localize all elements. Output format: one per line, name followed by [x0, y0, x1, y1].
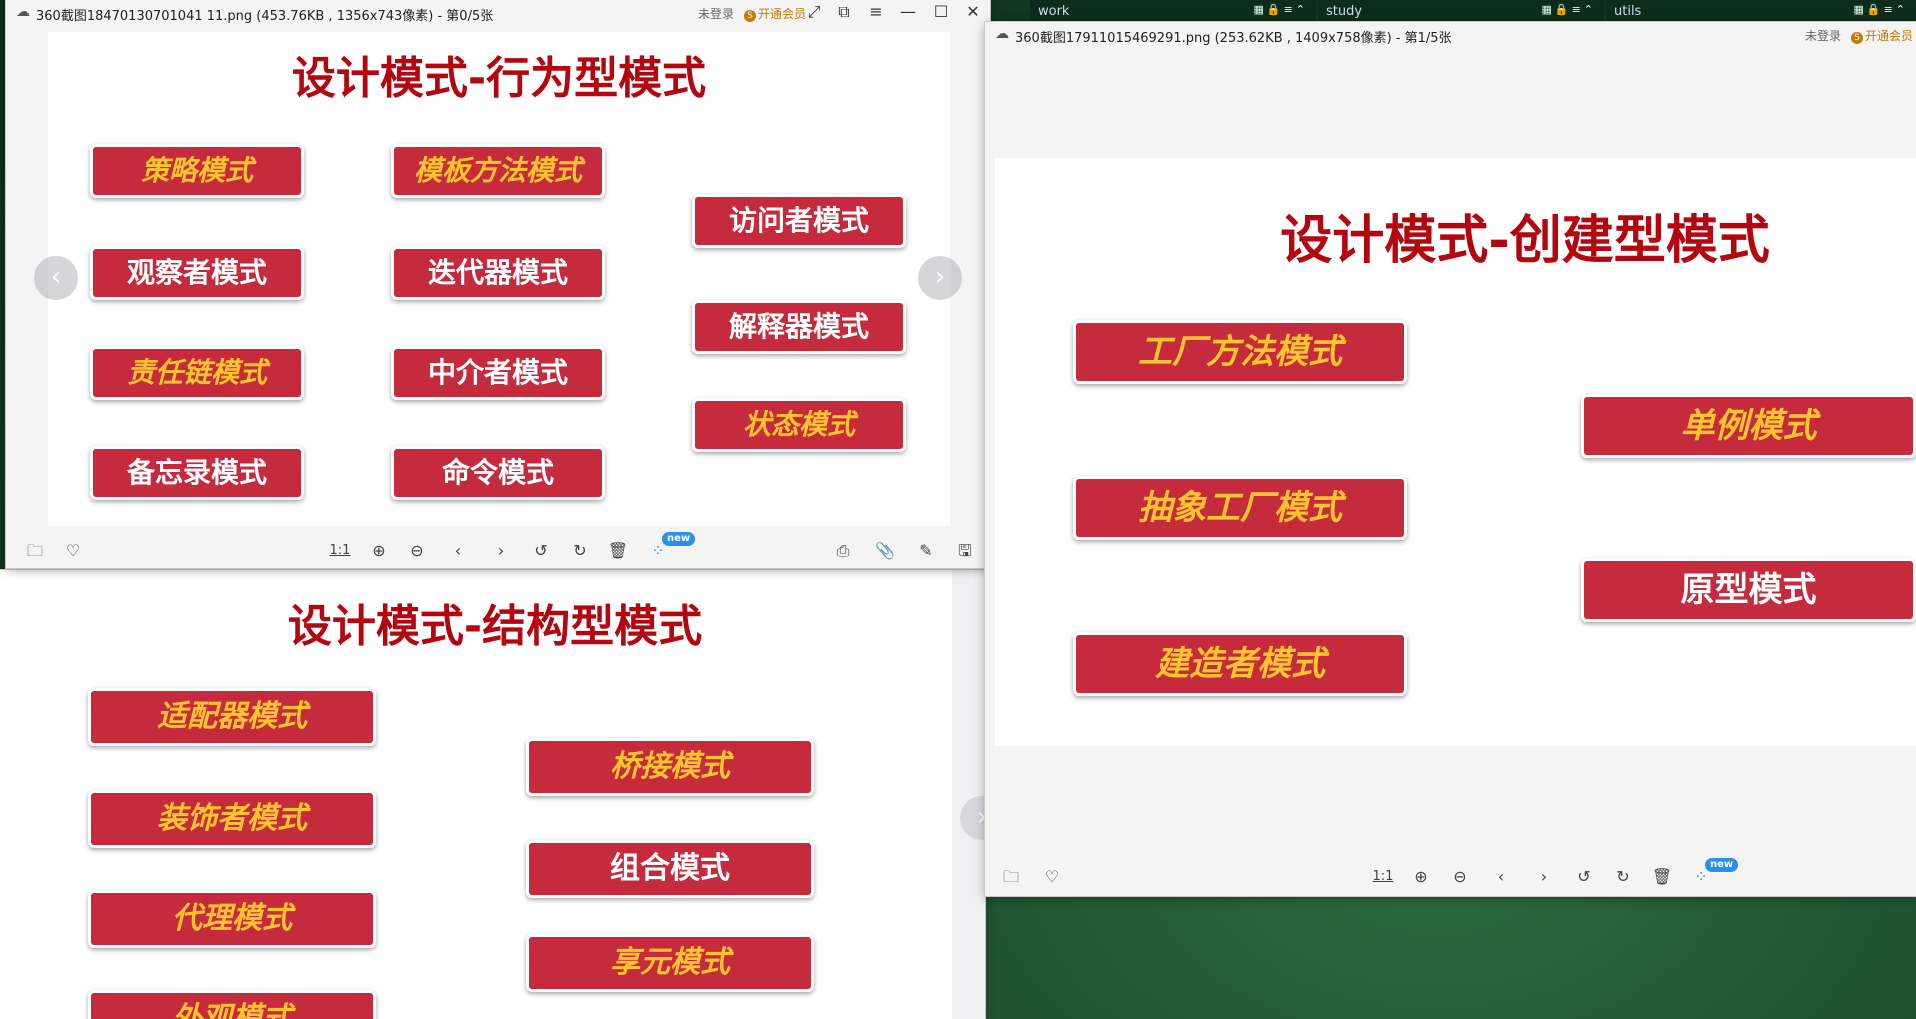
- pattern-button[interactable]: 代理模式: [88, 890, 376, 948]
- folder-label: work: [1038, 4, 1070, 19]
- cloud-icon: ☁: [16, 4, 30, 20]
- edit-icon[interactable]: ✎: [915, 540, 937, 562]
- pin-icon[interactable]: ⧉: [833, 2, 855, 22]
- pattern-button[interactable]: 迭代器模式: [391, 246, 605, 300]
- folder-tools-icon: ▦🔒≡⌃: [1853, 3, 1908, 16]
- rotate-right-icon[interactable]: ↻: [569, 540, 591, 562]
- background-viewer-window: 设计模式-结构型模式 适配器模式 桥接模式 装饰者模式 组合模式 代理模式 享元…: [0, 570, 985, 1019]
- next-image-icon[interactable]: ›: [1533, 866, 1555, 888]
- vip-link[interactable]: S 开通会员: [1851, 27, 1913, 44]
- pattern-button[interactable]: 策略模式: [90, 144, 304, 198]
- vip-link[interactable]: S 开通会员: [744, 5, 806, 22]
- zoom-out-icon[interactable]: ⊖: [406, 540, 428, 562]
- vip-badge-icon: S: [744, 10, 756, 22]
- pattern-button[interactable]: 组合模式: [526, 840, 814, 898]
- desktop-folder-work[interactable]: work ▦🔒≡⌃: [1030, 0, 1316, 22]
- pattern-button[interactable]: 访问者模式: [692, 194, 906, 248]
- cloud-icon: ☁: [995, 26, 1009, 42]
- zoom-in-icon[interactable]: ⊕: [368, 540, 390, 562]
- print-icon[interactable]: ⎙: [832, 540, 854, 562]
- pattern-button[interactable]: 抽象工厂模式: [1073, 476, 1407, 540]
- zoom-out-icon[interactable]: ⊖: [1449, 866, 1471, 888]
- folder-tools-icon: ▦🔒≡⌃: [1541, 3, 1596, 16]
- slide-canvas: 设计模式-创建型模式 工厂方法模式 单例模式 抽象工厂模式 原型模式 建造者模式: [995, 158, 1916, 746]
- pattern-button[interactable]: 备忘录模式: [90, 446, 304, 500]
- pattern-button[interactable]: 观察者模式: [90, 246, 304, 300]
- window-title: 360截图17911015469291.png (253.62KB , 1409…: [1015, 31, 1452, 46]
- pattern-button[interactable]: 解释器模式: [692, 300, 906, 354]
- folder-label: utils: [1614, 4, 1642, 19]
- login-link[interactable]: 未登录: [1805, 27, 1841, 44]
- delete-icon[interactable]: 🗑: [1651, 866, 1673, 888]
- favorite-heart-icon[interactable]: ♡: [62, 540, 84, 562]
- folder-tools-icon: ▦🔒≡⌃: [1253, 3, 1308, 16]
- rotate-right-icon[interactable]: ↻: [1612, 866, 1634, 888]
- slide-title: 设计模式-行为型模式: [291, 53, 707, 104]
- pattern-button[interactable]: 原型模式: [1581, 558, 1916, 622]
- prev-image-icon[interactable]: ‹: [1490, 866, 1512, 888]
- close-icon[interactable]: ✕: [962, 2, 984, 21]
- rotate-left-icon[interactable]: ↺: [1573, 866, 1595, 888]
- favorite-heart-icon[interactable]: ♡: [1041, 866, 1063, 888]
- image-viewer-window-right: ☁ 360截图17911015469291.png (253.62KB , 14…: [985, 22, 1916, 896]
- pattern-button[interactable]: 桥接模式: [526, 738, 814, 796]
- menu-icon[interactable]: ≡: [865, 2, 887, 21]
- window-title: 360截图18470130701041 11.png (453.76KB , 1…: [36, 9, 494, 24]
- pattern-button[interactable]: 装饰者模式: [88, 790, 376, 848]
- slide-title: 设计模式-结构型模式: [287, 601, 703, 652]
- pattern-button[interactable]: 单例模式: [1581, 394, 1916, 458]
- open-folder-icon[interactable]: 🗀: [24, 540, 46, 562]
- save-icon[interactable]: 🖫: [954, 540, 976, 562]
- open-folder-icon[interactable]: 🗀: [1000, 866, 1022, 888]
- pattern-button[interactable]: 建造者模式: [1073, 632, 1407, 696]
- actual-size-button[interactable]: 1:1: [1372, 866, 1394, 888]
- pattern-button[interactable]: 工厂方法模式: [1073, 320, 1407, 384]
- pattern-button[interactable]: 外观模式: [88, 990, 376, 1019]
- maximize-icon[interactable]: ☐: [930, 2, 952, 21]
- slide-title: 设计模式-创建型模式: [1280, 211, 1770, 271]
- pattern-button[interactable]: 责任链模式: [90, 346, 304, 400]
- attach-icon[interactable]: 📎: [874, 540, 896, 562]
- desktop-folder-study[interactable]: study ▦🔒≡⌃: [1318, 0, 1604, 22]
- new-badge: new: [1705, 858, 1739, 872]
- fullscreen-icon[interactable]: ⤢: [803, 2, 825, 22]
- bottom-toolbar: 🗀 ♡ 1:1 ⊕ ⊖ ‹ › ↺ ↻ 🗑 ⁘ new ⎙ 📎 ✎ 🖫: [6, 530, 990, 568]
- title-bar: ☁ 360截图17911015469291.png (253.62KB , 14…: [985, 22, 1916, 48]
- title-bar: ☁ 360截图18470130701041 11.png (453.76KB ,…: [6, 0, 990, 26]
- zoom-in-icon[interactable]: ⊕: [1410, 866, 1432, 888]
- slide-canvas: 设计模式-行为型模式 策略模式 模板方法模式 访问者模式 观察者模式 迭代器模式…: [48, 32, 950, 526]
- vip-label: 开通会员: [1865, 29, 1914, 43]
- pattern-button[interactable]: 模板方法模式: [391, 144, 605, 198]
- new-badge: new: [662, 532, 696, 546]
- vip-badge-icon: S: [1851, 32, 1863, 44]
- rotate-left-icon[interactable]: ↺: [530, 540, 552, 562]
- minimize-icon[interactable]: —: [897, 2, 919, 21]
- pattern-button[interactable]: 命令模式: [391, 446, 605, 500]
- actual-size-button[interactable]: 1:1: [329, 540, 351, 562]
- next-arrow-icon[interactable]: ›: [918, 256, 962, 300]
- window-edge: [952, 570, 985, 1019]
- prev-arrow-icon[interactable]: ‹: [34, 256, 78, 300]
- login-link[interactable]: 未登录: [698, 5, 734, 22]
- vip-label: 开通会员: [758, 7, 807, 21]
- folder-label: study: [1326, 4, 1363, 19]
- delete-icon[interactable]: 🗑: [607, 540, 629, 562]
- image-viewer-window-left: ☁ 360截图18470130701041 11.png (453.76KB ,…: [6, 0, 990, 568]
- prev-image-icon[interactable]: ‹: [447, 540, 469, 562]
- desktop-folder-utils[interactable]: utils ▦🔒≡⌃: [1606, 0, 1916, 22]
- pattern-button[interactable]: 中介者模式: [391, 346, 605, 400]
- next-image-icon[interactable]: ›: [490, 540, 512, 562]
- pattern-button[interactable]: 享元模式: [526, 934, 814, 992]
- pattern-button[interactable]: 适配器模式: [88, 688, 376, 746]
- pattern-button[interactable]: 状态模式: [692, 398, 906, 452]
- bottom-toolbar: 🗀 ♡ 1:1 ⊕ ⊖ ‹ › ↺ ↻ 🗑 ⁘ new: [985, 856, 1916, 896]
